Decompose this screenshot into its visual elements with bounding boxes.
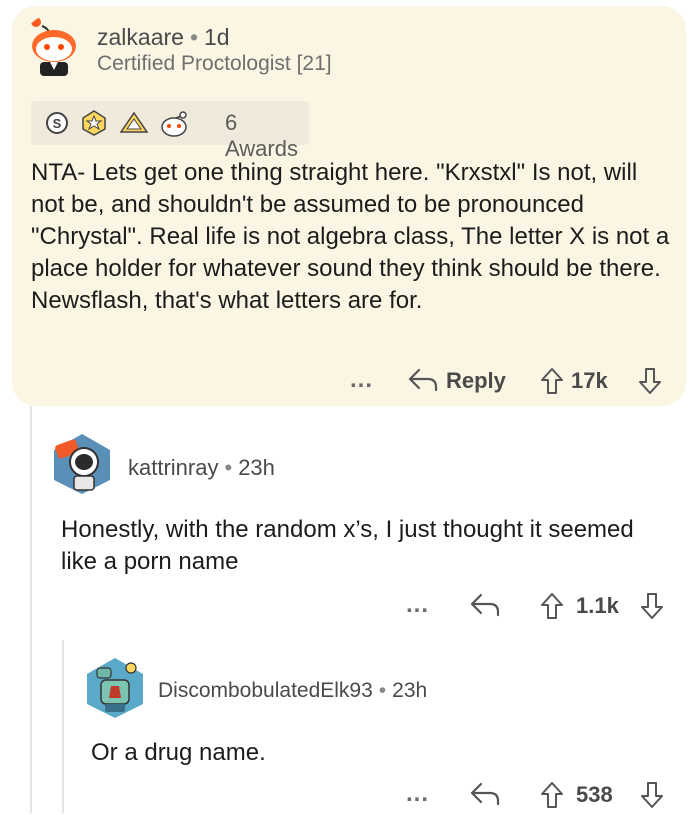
reply-arrow-icon bbox=[408, 367, 438, 393]
helpful-award-icon bbox=[119, 110, 149, 136]
gold-star-award-icon bbox=[81, 110, 107, 136]
comment-1-body: NTA- Lets get one thing straight here. "… bbox=[31, 159, 670, 314]
reply-arrow-icon[interactable] bbox=[470, 592, 500, 618]
reply-button[interactable]: Reply bbox=[408, 361, 518, 401]
comment-2-body: Honestly, with the random x’s, I just th… bbox=[61, 516, 634, 575]
comment-2-score: 1.1k bbox=[576, 593, 619, 618]
comment-1-actions: ... Reply 17k bbox=[340, 361, 680, 401]
comment-2-age: 23h bbox=[238, 455, 275, 480]
comment-2-header: kattrinray • 23h bbox=[128, 455, 275, 481]
comment-1-age: 1d bbox=[204, 24, 230, 50]
silver-award-icon: S bbox=[45, 110, 69, 136]
more-options-button[interactable]: ... bbox=[406, 780, 429, 808]
snoo-avatar[interactable] bbox=[22, 14, 86, 78]
comment-1-username[interactable]: zalkaare bbox=[97, 24, 184, 50]
downvote-icon[interactable] bbox=[638, 367, 662, 395]
separator-dot: • bbox=[378, 679, 387, 702]
reply-arrow-icon[interactable] bbox=[470, 781, 500, 807]
comment-1-user-flair: Certified Proctologist [21] bbox=[97, 52, 332, 75]
thread-line-level-2 bbox=[62, 640, 64, 813]
separator-dot: • bbox=[224, 455, 233, 480]
comment-3-username[interactable]: DiscombobulatedElk93 bbox=[158, 679, 373, 702]
upvote-icon[interactable] bbox=[540, 592, 564, 620]
svg-text:S: S bbox=[53, 116, 62, 131]
robot-avatar[interactable] bbox=[83, 656, 147, 720]
comment-3-age: 23h bbox=[392, 679, 428, 702]
comment-3-actions: ... 538 bbox=[400, 775, 680, 815]
comment-1-header: zalkaare • 1d bbox=[97, 24, 230, 51]
awards-count: 6 Awards bbox=[225, 110, 298, 161]
comment-2-username[interactable]: kattrinray bbox=[128, 455, 218, 480]
comment-3-body: Or a drug name. bbox=[91, 739, 266, 766]
awards-bar[interactable]: S 6 Awards bbox=[31, 101, 309, 161]
comment-2-actions: ... 1.1k bbox=[400, 586, 680, 626]
upvote-icon[interactable] bbox=[540, 367, 564, 395]
more-options-button[interactable]: ... bbox=[350, 366, 373, 394]
snoo-award-icon bbox=[159, 110, 189, 138]
thread-line-level-1 bbox=[30, 406, 32, 813]
more-options-button[interactable]: ... bbox=[406, 591, 429, 619]
comment-1-score: 17k bbox=[571, 368, 608, 393]
reply-label: Reply bbox=[446, 368, 506, 393]
downvote-icon[interactable] bbox=[640, 781, 664, 809]
comment-3-header: DiscombobulatedElk93 • 23h bbox=[158, 679, 427, 703]
downvote-icon[interactable] bbox=[640, 592, 664, 620]
separator-dot: • bbox=[189, 24, 198, 50]
upvote-icon[interactable] bbox=[540, 781, 564, 809]
comment-3-score: 538 bbox=[576, 782, 613, 807]
astronaut-avatar[interactable] bbox=[50, 432, 114, 496]
